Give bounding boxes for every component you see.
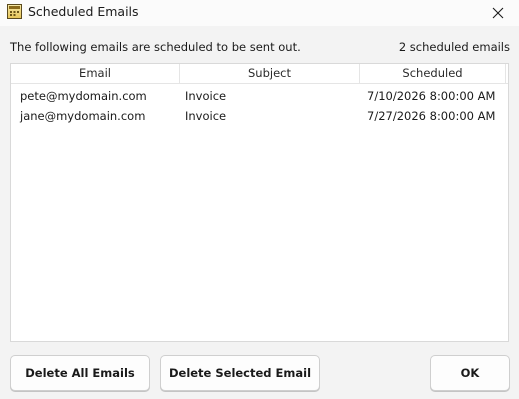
delete-all-emails-button[interactable]: Delete All Emails — [10, 355, 150, 391]
title-bar: Scheduled Emails — [0, 0, 519, 26]
cell-scheduled: 7/10/2026 8:00:00 AM — [367, 89, 496, 103]
list-header: Email Subject Scheduled — [11, 64, 508, 84]
scheduled-emails-list[interactable]: Email Subject Scheduled pete@mydomain.co… — [10, 63, 509, 342]
cell-subject: Invoice — [185, 109, 227, 123]
close-button[interactable] — [483, 0, 513, 26]
window-title: Scheduled Emails — [28, 4, 139, 19]
cell-email: jane@mydomain.com — [20, 109, 146, 123]
table-row[interactable]: pete@mydomain.com Invoice 7/10/2026 8:00… — [11, 86, 508, 106]
cell-subject: Invoice — [185, 89, 227, 103]
column-header-email[interactable]: Email — [11, 64, 180, 83]
description-text: The following emails are scheduled to be… — [10, 40, 301, 54]
column-header-scheduled[interactable]: Scheduled — [360, 64, 506, 83]
cell-email: pete@mydomain.com — [20, 89, 147, 103]
table-row[interactable]: jane@mydomain.com Invoice 7/27/2026 8:00… — [11, 106, 508, 126]
cell-scheduled: 7/27/2026 8:00:00 AM — [367, 109, 496, 123]
calendar-app-icon — [7, 4, 22, 19]
close-icon — [492, 7, 504, 19]
ok-button[interactable]: OK — [430, 355, 510, 391]
email-count: 2 scheduled emails — [398, 40, 510, 54]
scheduled-emails-dialog: Scheduled Emails The following emails ar… — [0, 0, 519, 399]
delete-selected-email-button[interactable]: Delete Selected Email — [160, 355, 320, 391]
column-header-subject[interactable]: Subject — [180, 64, 360, 83]
